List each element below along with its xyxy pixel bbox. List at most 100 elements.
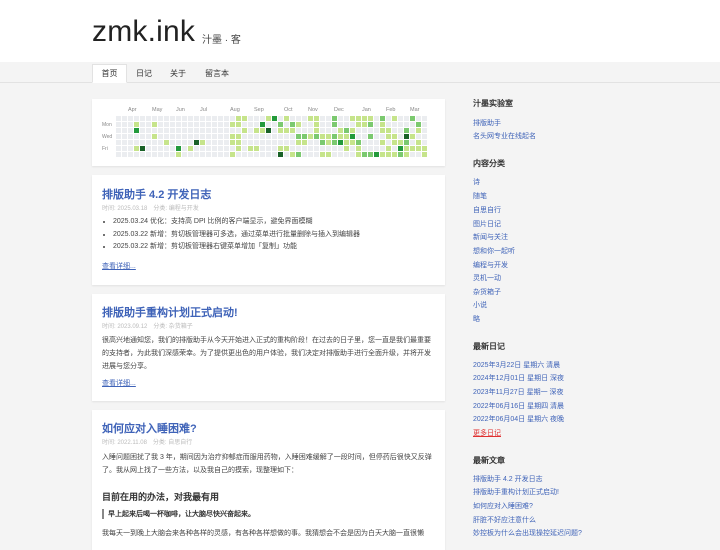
sidebar-link[interactable]: 2024年12月01日 星期日 深夜 (473, 373, 564, 383)
heatmap-cell (242, 146, 247, 151)
sidebar-link[interactable]: 如何应对入睡困难? (473, 501, 533, 511)
heatmap-cell (320, 134, 325, 139)
heatmap-cell (344, 116, 349, 121)
heatmap-cell (242, 122, 247, 127)
heatmap-cell (188, 134, 193, 139)
heatmap-cell (326, 140, 331, 145)
heatmap-cell (116, 146, 121, 151)
sidebar-link[interactable]: 2025年3月22日 星期六 清晨 (473, 360, 560, 370)
sidebar-link[interactable]: 随笔 (473, 191, 487, 201)
heatmap-cell (386, 146, 391, 151)
read-more-link[interactable]: 查看详细... (102, 378, 136, 388)
heatmap-cell (242, 140, 247, 145)
heatmap-cell (194, 134, 199, 139)
sidebar-link[interactable]: 2022年06月16日 星期四 清晨 (473, 401, 564, 411)
more-diary-link[interactable]: 更多日记 (473, 428, 501, 438)
sidebar-link[interactable]: 2022年06月04日 星期六 夜晚 (473, 414, 564, 424)
heatmap-cell (122, 140, 127, 145)
heatmap-cell (200, 122, 205, 127)
heatmap-cell (374, 152, 379, 157)
heatmap-cell (266, 146, 271, 151)
heatmap-cell (386, 140, 391, 145)
sidebar-link[interactable]: 妙控板为什么会出现操控延迟问题? (473, 528, 582, 538)
heatmap-cell (176, 140, 181, 145)
heatmap-cell (116, 152, 121, 157)
sidebar-link[interactable]: 排版助手 4.2 开发日志 (473, 474, 543, 484)
heatmap-cell (410, 134, 415, 139)
heatmap-cell (386, 116, 391, 121)
sidebar-link[interactable]: 诗 (473, 177, 480, 187)
heatmap-cell (398, 122, 403, 127)
heatmap-cell (182, 152, 187, 157)
month-label: May (152, 107, 163, 113)
heatmap-cell (302, 146, 307, 151)
heatmap-cell (164, 152, 169, 157)
heatmap-cell (140, 146, 145, 151)
heatmap-cell (128, 152, 133, 157)
site-header: zmk.ink 汁墨 · 客 (0, 0, 720, 62)
heatmap-cell (278, 116, 283, 121)
sidebar-link[interactable]: 略 (473, 314, 480, 324)
heatmap-cell (260, 128, 265, 133)
tab-guestbook[interactable]: 留言本 (199, 65, 235, 82)
sidebar-link[interactable]: 想和你一起听 (473, 246, 515, 256)
tab-home[interactable]: 首页 (92, 64, 127, 83)
heatmap-cell (326, 134, 331, 139)
heatmap-cell (254, 140, 259, 145)
heatmap-cell (368, 122, 373, 127)
heatmap-cell (206, 128, 211, 133)
post-title[interactable]: 排版助手 4.2 开发日志 (102, 186, 211, 202)
sidebar-link[interactable]: 编程与开发 (473, 260, 508, 270)
heatmap-cell (194, 122, 199, 127)
heatmap-cell (128, 146, 133, 151)
tab-about[interactable]: 关于 (163, 65, 193, 82)
sidebar-link[interactable]: 小说 (473, 300, 487, 310)
changelog-item: 2025.03.22 新增：剪切板管理器可多选，通过菜单进行批量删除与插入到编辑… (113, 229, 360, 242)
heatmap-cell (362, 152, 367, 157)
month-label: Jun (176, 107, 185, 113)
sidebar-link[interactable]: 图片日记 (473, 219, 501, 229)
heatmap-cell (392, 122, 397, 127)
sidebar-heading-articles: 最新文章 (473, 456, 505, 465)
site-title[interactable]: zmk.ink (92, 15, 195, 49)
sidebar-link[interactable]: 排版助手 (473, 118, 501, 128)
heatmap-cell (404, 146, 409, 151)
post-title[interactable]: 如何应对入睡困难? (102, 420, 197, 436)
heatmap-cell (272, 122, 277, 127)
sidebar-link[interactable]: 灵机一动 (473, 273, 501, 283)
sidebar-link[interactable]: 2023年11月27日 星期一 深夜 (473, 387, 564, 397)
sidebar-link[interactable]: 肝脏不好应注意什么 (473, 515, 536, 525)
heatmap-cell (314, 152, 319, 157)
sidebar-link[interactable]: 杂货箱子 (473, 287, 501, 297)
sidebar-link[interactable]: 排版助手重构计划正式启动! (473, 487, 559, 497)
heatmap-cell (272, 146, 277, 151)
sidebar-link[interactable]: 名头网专业在线起名 (473, 131, 536, 141)
heatmap-cell (356, 140, 361, 145)
heatmap-cell (260, 134, 265, 139)
heatmap-cell (308, 140, 313, 145)
heatmap-cell (164, 146, 169, 151)
heatmap-cell (284, 146, 289, 151)
month-label: Jul (200, 107, 208, 113)
read-more-link[interactable]: 查看详细... (102, 261, 136, 271)
heatmap-cell (278, 140, 283, 145)
heatmap-cell (374, 146, 379, 151)
heatmap-cell (272, 128, 277, 133)
heatmap-cell (302, 122, 307, 127)
heatmap-cell (158, 116, 163, 121)
heatmap-cell (410, 122, 415, 127)
tab-diary[interactable]: 日记 (129, 65, 159, 82)
post-category[interactable]: 分类: 自思自行 (153, 440, 192, 446)
heatmap-cell (194, 140, 199, 145)
post-title[interactable]: 排版助手重构计划正式启动! (102, 304, 238, 320)
sidebar-link[interactable]: 新闻与关注 (473, 232, 508, 242)
post-category[interactable]: 分类: 编程与开发 (153, 206, 198, 212)
heatmap-cell (134, 122, 139, 127)
heatmap-cell (230, 146, 235, 151)
heatmap-cell (314, 128, 319, 133)
heatmap-cell (248, 152, 253, 157)
heatmap-cell (188, 122, 193, 127)
sidebar-link[interactable]: 自思自行 (473, 205, 501, 215)
heatmap-cell (200, 134, 205, 139)
post-category[interactable]: 分类: 杂货箱子 (153, 324, 192, 330)
